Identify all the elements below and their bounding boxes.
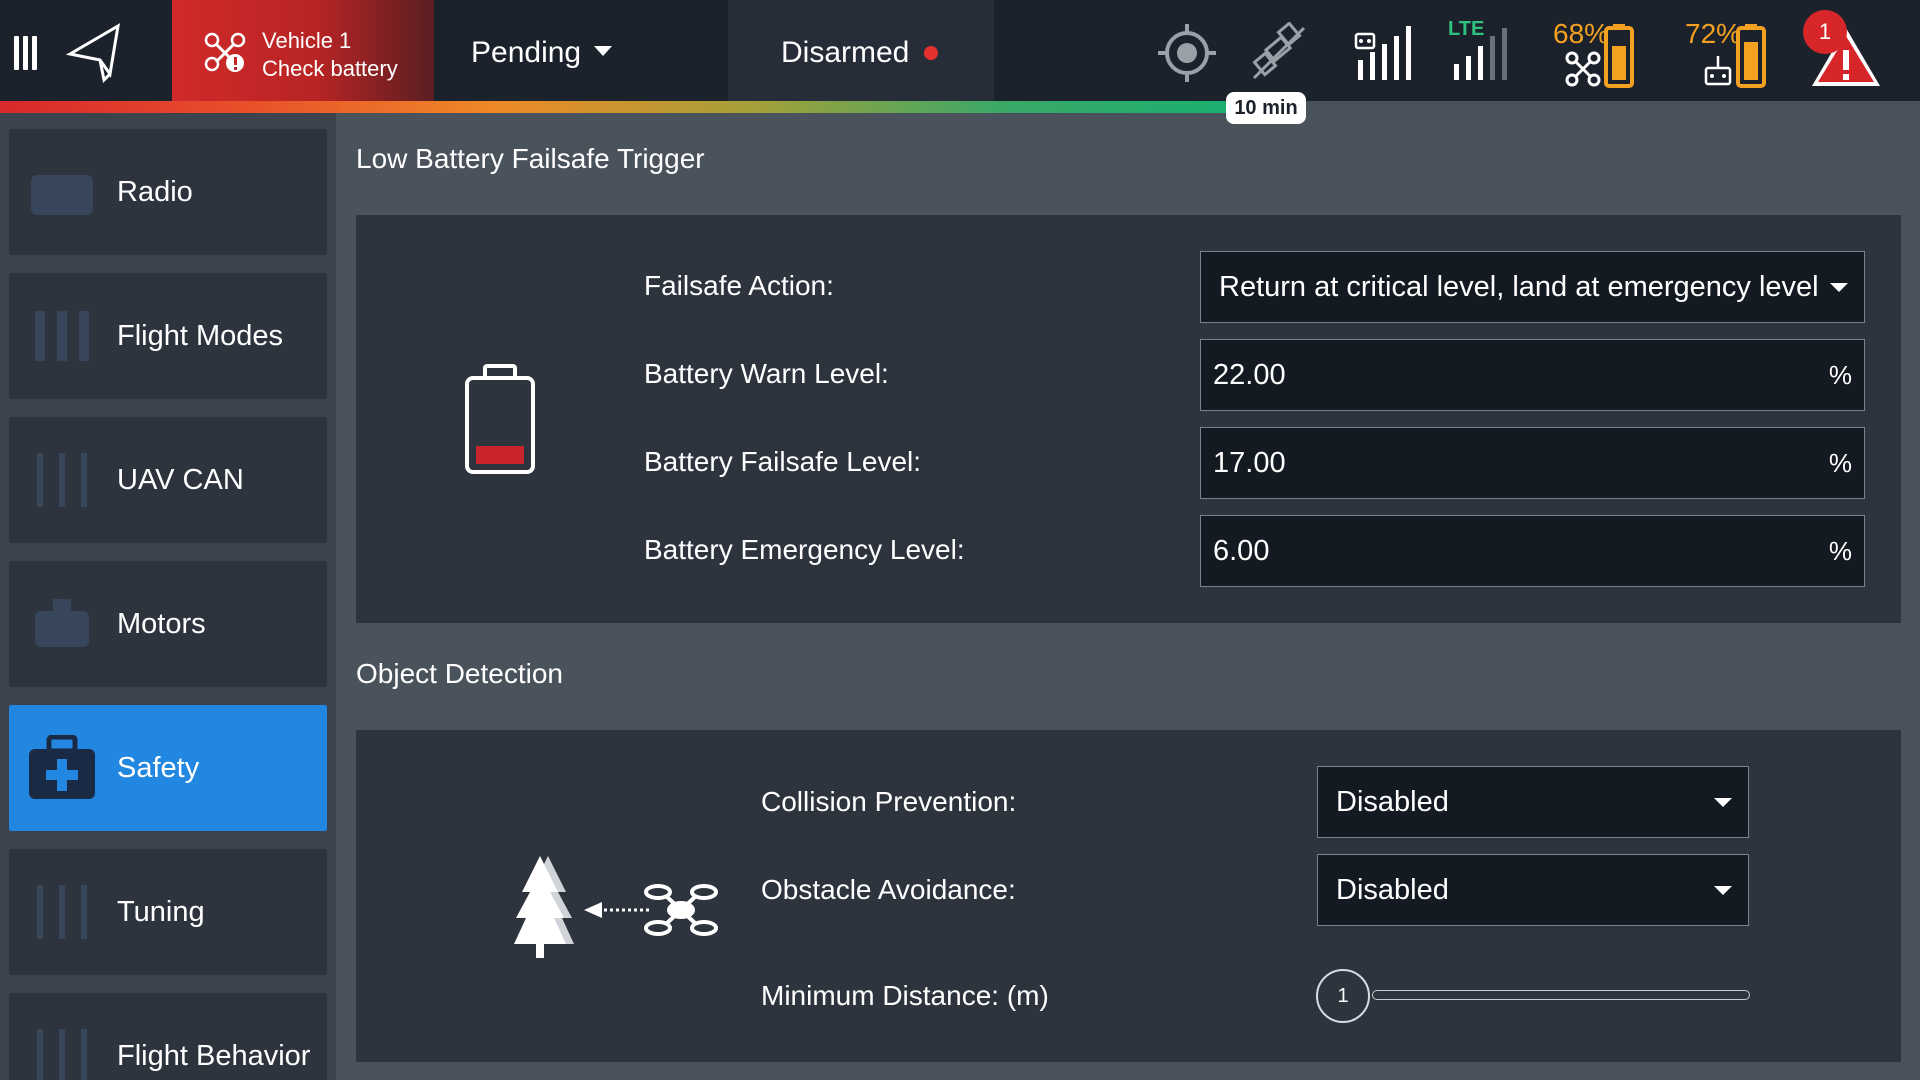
setup-sidebar: Radio Flight Modes UAV CAN Motors Safety — [0, 113, 336, 1080]
plan-view-icon[interactable] — [65, 20, 124, 91]
object-detection-section-title: Object Detection — [356, 658, 563, 689]
chevron-down-icon — [594, 46, 612, 56]
battery-failsafe-level-field[interactable]: 17.00 % — [1200, 427, 1865, 499]
sidebar-item-label: Motors — [117, 608, 206, 640]
sidebar-item-uav-can[interactable]: UAV CAN — [9, 417, 327, 543]
arm-status-dot — [924, 46, 938, 60]
obstacle-avoidance-illustration-icon — [508, 852, 722, 967]
chevron-down-icon — [1714, 886, 1732, 895]
flight-time-progress-bar — [0, 101, 1248, 113]
radio-icon — [27, 159, 97, 225]
chevron-down-icon — [1830, 283, 1848, 292]
sidebar-item-label: Radio — [117, 176, 193, 208]
obstacle-avoidance-value: Disabled — [1336, 874, 1449, 906]
obstacle-avoidance-dropdown[interactable]: Disabled — [1317, 854, 1749, 926]
low-battery-icon — [462, 362, 538, 481]
controller-battery-icon[interactable] — [1700, 18, 1780, 95]
gps-icon[interactable] — [1156, 22, 1218, 89]
battery-failsafe-level-label: Battery Failsafe Level: — [644, 446, 922, 477]
top-toolbar: Vehicle 1 Check battery Pending Disarmed — [0, 0, 1920, 101]
battery-emergency-level-label: Battery Emergency Level: — [644, 534, 965, 565]
percent-unit: % — [1828, 448, 1852, 478]
sidebar-item-label: Tuning — [117, 896, 205, 928]
arm-status-button[interactable]: Disarmed — [728, 0, 994, 101]
tuning-icon — [27, 879, 97, 945]
flight-mode-value: Pending — [471, 36, 582, 69]
sidebar-item-label: Flight Modes — [117, 320, 284, 352]
failsafe-action-dropdown[interactable]: Return at critical level, land at emerge… — [1200, 251, 1865, 323]
sidebar-item-label: Safety — [117, 752, 200, 784]
battery-section-title: Low Battery Failsafe Trigger — [356, 143, 705, 174]
battery-failsafe-level-value: 17.00 — [1213, 447, 1286, 479]
sidebar-item-label: Flight Behavior — [117, 1040, 311, 1072]
arm-status-label: Disarmed — [781, 36, 910, 69]
flight-modes-icon — [27, 303, 97, 369]
battery-emergency-level-value: 6.00 — [1213, 535, 1270, 567]
rc-signal-icon[interactable] — [1352, 22, 1422, 89]
vehicle-name: Vehicle 1 — [262, 28, 352, 53]
flight-time-remaining: 10 min — [1226, 92, 1306, 124]
failsafe-action-label: Failsafe Action: — [644, 270, 834, 301]
vehicle-message: Check battery — [262, 56, 398, 81]
sidebar-item-label: UAV CAN — [117, 464, 244, 496]
flight-mode-dropdown[interactable]: Pending — [434, 0, 728, 101]
sidebar-item-tuning[interactable]: Tuning — [9, 849, 327, 975]
sidebar-item-radio[interactable]: Radio — [9, 129, 327, 255]
minimum-distance-label: Minimum Distance: (m) — [761, 980, 1049, 1011]
flight-behavior-icon — [27, 1023, 97, 1080]
battery-warn-level-label: Battery Warn Level: — [644, 358, 889, 389]
sidebar-item-flight-behavior[interactable]: Flight Behavior — [9, 993, 327, 1080]
battery-emergency-level-field[interactable]: 6.00 % — [1200, 515, 1865, 587]
drone-battery-icon[interactable] — [1564, 18, 1650, 95]
minimum-distance-slider-track[interactable] — [1372, 990, 1750, 1000]
sidebar-item-flight-modes[interactable]: Flight Modes — [9, 273, 327, 399]
percent-unit: % — [1828, 536, 1852, 566]
obstacle-avoidance-label: Obstacle Avoidance: — [761, 874, 1016, 905]
battery-warn-level-value: 22.00 — [1213, 359, 1286, 391]
failsafe-action-value: Return at critical level, land at emerge… — [1219, 271, 1819, 303]
minimum-distance-slider-handle[interactable]: 1 — [1316, 969, 1370, 1023]
safety-icon — [27, 734, 97, 801]
drone-warning-icon — [204, 32, 246, 79]
percent-unit: % — [1828, 360, 1852, 390]
collision-prevention-label: Collision Prevention: — [761, 786, 1017, 817]
battery-warn-level-field[interactable]: 22.00 % — [1200, 339, 1865, 411]
sidebar-item-motors[interactable]: Motors — [9, 561, 327, 687]
chevron-down-icon — [1714, 798, 1732, 807]
satellite-icon[interactable] — [1248, 21, 1310, 89]
lte-signal-icon[interactable] — [1450, 22, 1520, 89]
uav-can-icon — [27, 447, 97, 513]
alert-count-badge[interactable]: 1 — [1803, 10, 1847, 54]
vehicle-status-button[interactable]: Vehicle 1 Check battery — [172, 0, 434, 101]
motors-icon — [27, 591, 97, 657]
collision-prevention-dropdown[interactable]: Disabled — [1317, 766, 1749, 838]
sidebar-item-safety[interactable]: Safety — [9, 705, 327, 831]
collision-prevention-value: Disabled — [1336, 786, 1449, 818]
menu-icon[interactable] — [14, 36, 41, 75]
